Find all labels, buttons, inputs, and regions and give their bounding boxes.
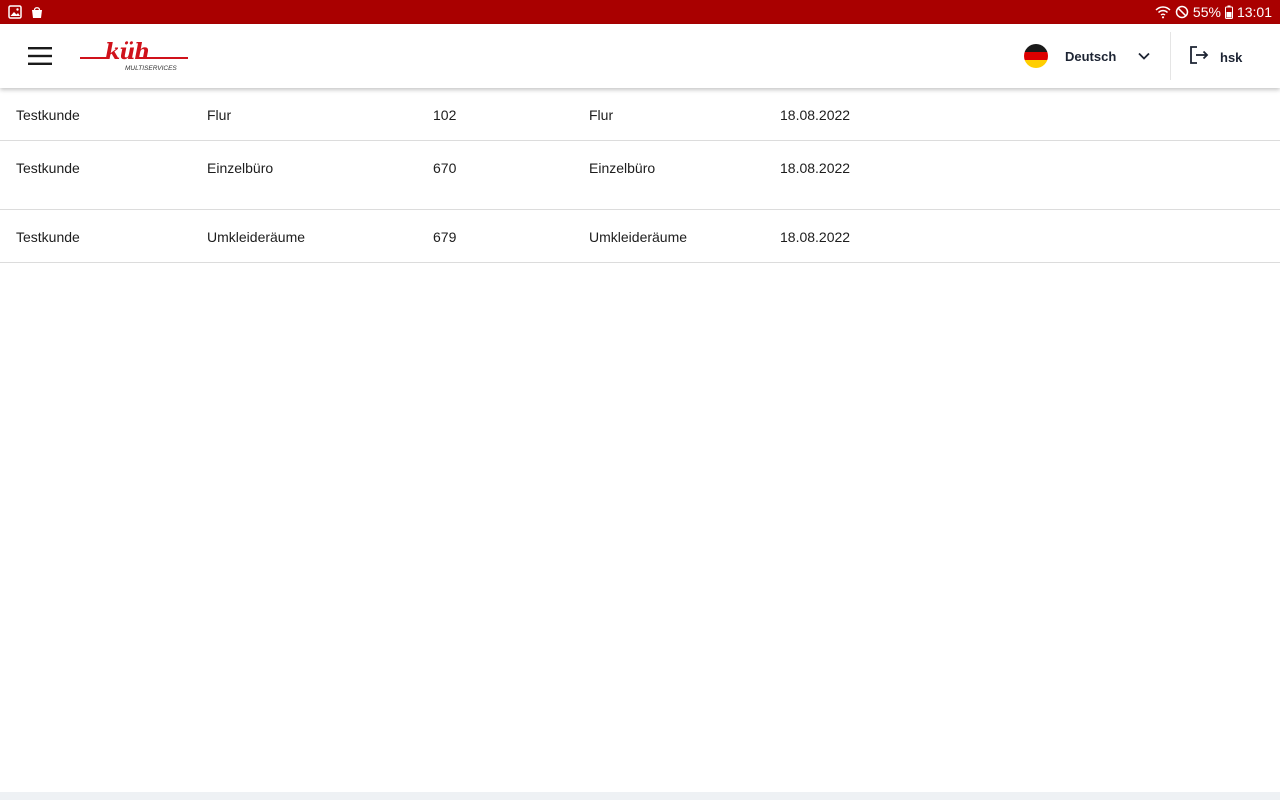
logout-user-label: hsk [1220, 50, 1243, 65]
cell-room: Einzelbüro [589, 160, 656, 176]
status-bar-left [8, 5, 44, 19]
shopping-bag-icon [30, 5, 44, 19]
table-row[interactable]: Testkunde Flur 102 Flur 18.08.2022 [0, 88, 1280, 141]
cell-room: Umkleideräume [589, 229, 688, 245]
cell-customer: Testkunde [16, 229, 80, 245]
battery-percent: 55% [1192, 4, 1221, 20]
cell-area: Flur [207, 107, 232, 123]
cell-date: 18.08.2022 [780, 107, 851, 123]
germany-flag-icon [1024, 44, 1048, 68]
room-table: Testkunde Flur 102 Flur 18.08.2022 Testk… [0, 88, 1280, 263]
logo-text: küh [105, 39, 149, 65]
do-not-disturb-icon [1175, 5, 1189, 19]
cell-customer: Testkunde [16, 107, 80, 123]
cell-number: 102 [433, 107, 457, 123]
company-logo: küh MULTISERVICES [78, 38, 192, 76]
app-bar: küh MULTISERVICES Deutsch hsk [0, 24, 1280, 88]
cell-room: Flur [589, 107, 614, 123]
logo-subtitle: MULTISERVICES [125, 65, 177, 72]
cell-customer: Testkunde [16, 160, 80, 176]
hamburger-menu-icon[interactable] [24, 44, 56, 68]
logout-icon [1188, 44, 1210, 71]
cell-number: 679 [433, 229, 457, 245]
battery-icon [1224, 5, 1233, 19]
chevron-down-icon [1136, 48, 1152, 64]
cell-date: 18.08.2022 [780, 160, 851, 176]
language-label: Deutsch [1065, 48, 1117, 64]
cell-area: Einzelbüro [207, 160, 274, 176]
wifi-icon [1155, 5, 1171, 19]
cell-number: 670 [433, 160, 457, 176]
logout-button[interactable]: hsk [1188, 44, 1242, 71]
cell-date: 18.08.2022 [780, 229, 851, 245]
table-row[interactable]: Testkunde Umkleideräume 679 Umkleideräum… [0, 210, 1280, 263]
table-row[interactable]: Testkunde Einzelbüro 670 Einzelbüro 18.0… [0, 141, 1280, 210]
status-time: 13:01 [1236, 4, 1272, 20]
header-divider [1170, 32, 1171, 80]
cell-area: Umkleideräume [207, 229, 306, 245]
image-icon [8, 5, 22, 19]
bottom-edge [0, 792, 1280, 800]
status-bar-right: 55% 13:01 [1155, 4, 1272, 20]
status-bar: 55% 13:01 [0, 0, 1280, 24]
language-selector[interactable]: Deutsch [1024, 42, 1152, 70]
